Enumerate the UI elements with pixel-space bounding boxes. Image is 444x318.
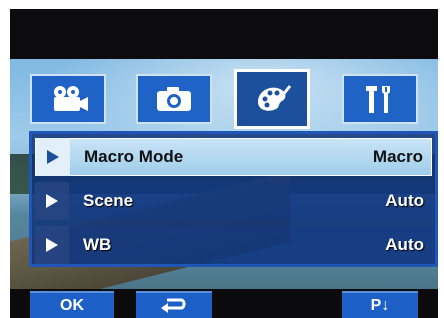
tab-effects[interactable] xyxy=(234,69,310,129)
tab-camera[interactable] xyxy=(136,74,212,124)
play-arrow-icon xyxy=(46,194,58,208)
page-down-button[interactable]: P↓ xyxy=(342,291,418,318)
tab-video[interactable] xyxy=(30,74,106,124)
page-down-label: P↓ xyxy=(370,296,390,314)
video-camera-icon xyxy=(54,86,88,111)
play-arrow-icon xyxy=(47,150,59,164)
menu-item-value: Macro xyxy=(372,147,423,166)
menu-item-value: Auto xyxy=(385,191,424,210)
camera-icon xyxy=(157,87,191,111)
tab-settings[interactable] xyxy=(342,74,418,124)
softkey-bar: OK P↓ xyxy=(10,289,438,318)
palette-icon xyxy=(258,85,292,111)
menu-item-label: Macro Mode xyxy=(84,147,184,166)
return-arrow-icon xyxy=(161,298,186,313)
menu-item-wb[interactable]: WB Auto xyxy=(35,226,432,264)
mode-tab-bar xyxy=(10,67,438,131)
ok-button[interactable]: OK xyxy=(30,291,114,318)
menu-item-label: WB xyxy=(83,235,112,254)
play-arrow-icon xyxy=(46,238,58,252)
ok-button-label: OK xyxy=(60,296,84,314)
menu-item-label: Scene xyxy=(83,191,134,210)
settings-menu: Macro Mode Macro Scene Auto WB Auto xyxy=(29,131,438,267)
menu-item-scene[interactable]: Scene Auto xyxy=(35,182,432,220)
tools-icon xyxy=(366,86,390,113)
menu-item-macro-mode[interactable]: Macro Mode Macro xyxy=(35,138,432,176)
back-button[interactable] xyxy=(136,291,212,318)
menu-item-value: Auto xyxy=(385,235,424,254)
camera-menu-screen: Macro Mode Macro Scene Auto WB Auto OK P… xyxy=(10,9,438,318)
